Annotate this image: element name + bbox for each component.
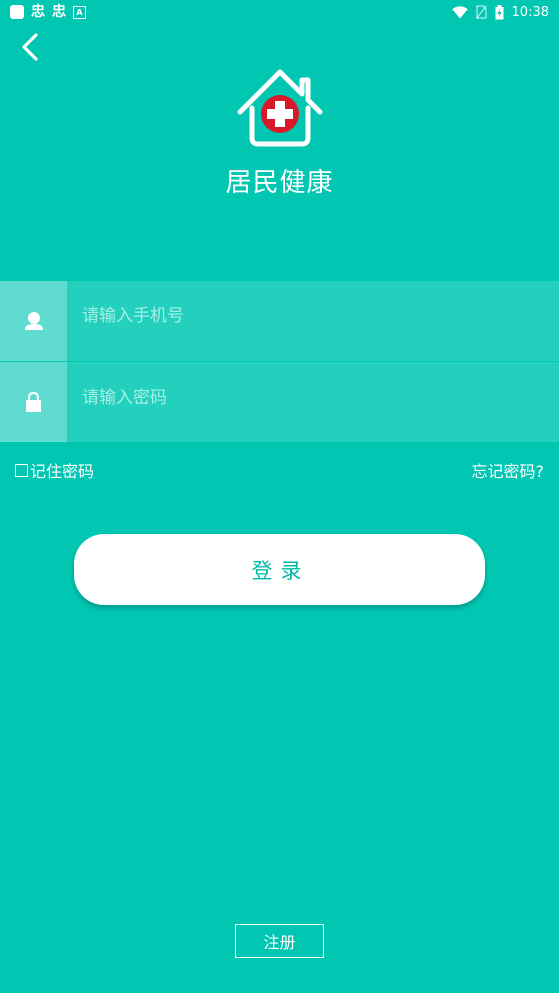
phone-field-row [0, 281, 559, 361]
battery-charging-icon [495, 4, 504, 19]
status-left: 忠 忠 A [10, 5, 86, 19]
chevron-left-icon [22, 33, 38, 61]
login-button[interactable]: 登录 [74, 534, 485, 605]
bug-icon: 忠 [52, 4, 66, 20]
remember-password-toggle[interactable]: 记住密码 [15, 458, 94, 482]
forgot-password-link[interactable]: 忘记密码? [472, 458, 545, 482]
phone-icon-box [0, 281, 67, 361]
no-sim-icon [475, 5, 487, 19]
phone-input[interactable] [82, 281, 542, 351]
password-field-row [0, 362, 559, 442]
wifi-icon [451, 5, 468, 18]
status-bar: 忠 忠 A 10:38 [0, 0, 559, 24]
house-medical-cross-icon [237, 69, 323, 147]
remember-password-label: 记住密码 [30, 462, 95, 481]
bug-icon: 忠 [31, 4, 45, 20]
lock-icon [26, 391, 41, 412]
user-icon [25, 312, 43, 330]
remember-checkbox[interactable] [15, 463, 28, 477]
password-input[interactable] [82, 362, 542, 434]
a-icon: A [73, 5, 86, 19]
app-notification-icon [10, 5, 24, 19]
password-icon-box [0, 362, 67, 442]
status-right: 10:38 [451, 4, 549, 20]
register-button[interactable]: 注册 [235, 924, 324, 958]
back-button[interactable] [14, 30, 48, 64]
app-title: 居民健康 [225, 168, 334, 198]
clock-time: 10:38 [511, 4, 549, 20]
